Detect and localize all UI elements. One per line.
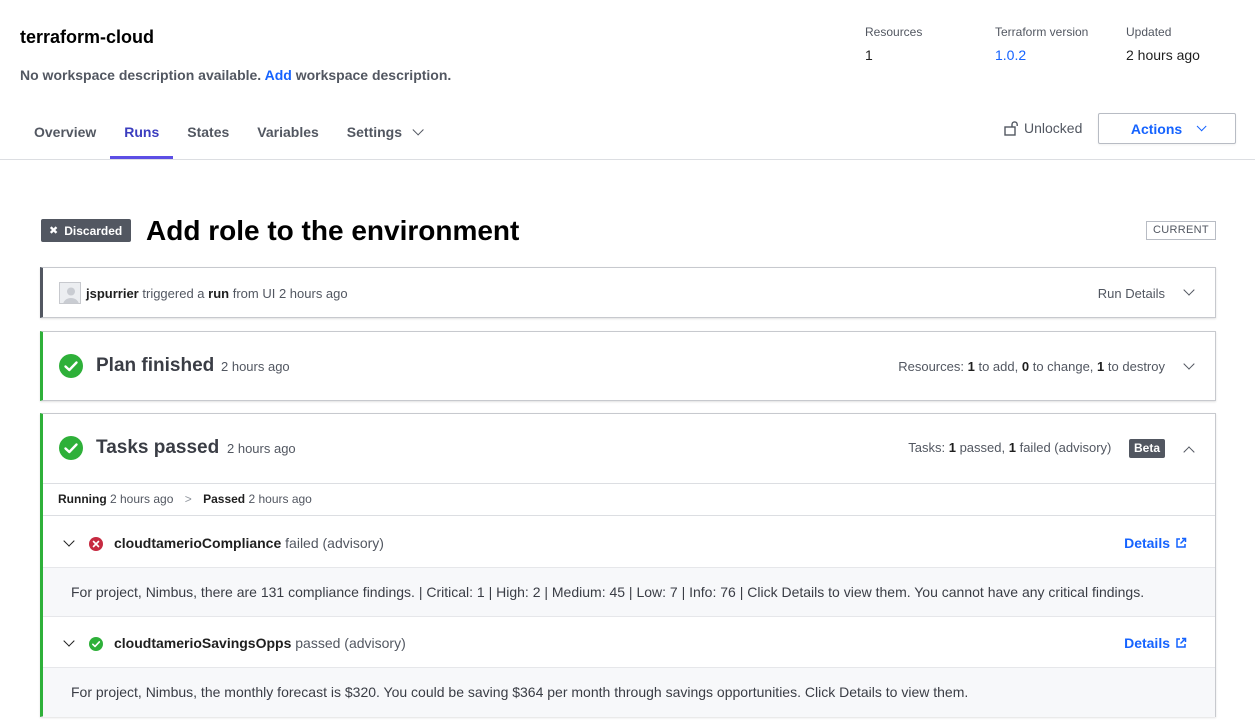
plan-change-text: to change, <box>1032 359 1094 374</box>
tasks-card: Tasks passed 2 hours ago Tasks: 1 passed… <box>40 413 1216 717</box>
task-message: For project, Nimbus, the monthly forecas… <box>43 667 1215 717</box>
plan-destroy-text: to destroy <box>1107 359 1165 374</box>
user-avatar-icon <box>60 283 80 303</box>
trigger-text: jspurrier triggered a run from UI 2 hour… <box>86 286 348 301</box>
tasks-failed-count: 1 <box>1008 439 1016 455</box>
workspace-title: terraform-cloud <box>20 27 155 47</box>
chevron-up-icon[interactable] <box>1183 446 1195 458</box>
plan-card: Plan finished 2 hours ago Resources: 1 t… <box>40 331 1216 401</box>
updated-value: 2 hours ago <box>1126 47 1200 63</box>
meta-updated: Updated 2 hours ago <box>1126 25 1200 63</box>
task-details-link[interactable]: Details <box>1124 535 1187 551</box>
lock-status-label: Unlocked <box>1024 120 1083 136</box>
tab-states[interactable]: States <box>173 105 243 159</box>
tasks-passed-text: passed, <box>959 439 1006 455</box>
status-separator: > <box>184 492 192 506</box>
unlock-icon <box>1004 120 1018 136</box>
run-status-badge: ✖ Discarded <box>41 219 132 242</box>
updated-label: Updated <box>1126 25 1172 39</box>
chevron-down-icon <box>1196 121 1207 132</box>
chevron-down-icon <box>412 124 424 136</box>
tab-overview[interactable]: Overview <box>20 105 110 159</box>
meta-terraform-version: Terraform version 1.0.2 <box>995 25 1088 63</box>
workspace-description-prefix: No workspace description available. <box>20 67 262 83</box>
chevron-down-icon[interactable] <box>1183 284 1195 296</box>
task-name-label: cloudtamerioSavingsOpps <box>114 635 292 651</box>
tasks-passed-count: 1 <box>948 439 956 455</box>
add-description-link[interactable]: Add <box>265 67 292 83</box>
tab-settings-label: Settings <box>346 124 403 140</box>
beta-badge: Beta <box>1128 439 1165 458</box>
task-name: cloudtamerioCompliance failed (advisory) <box>114 535 384 551</box>
plan-change-count: 0 <box>1021 359 1030 374</box>
tab-settings[interactable]: Settings <box>333 105 434 159</box>
terraform-version-label: Terraform version <box>995 25 1089 39</box>
workspace-description: No workspace description available. Add … <box>20 67 451 83</box>
status-passed-time: 2 hours ago <box>248 492 312 506</box>
trigger-text-2: from UI 2 hours ago <box>232 286 348 301</box>
lock-status[interactable]: Unlocked <box>1004 120 1082 136</box>
trigger-run-word: run <box>208 286 230 301</box>
chevron-down-icon[interactable] <box>63 635 75 647</box>
avatar <box>59 282 81 304</box>
workspace-tabs: Overview Runs States Variables Settings <box>20 105 434 159</box>
actions-label: Actions <box>1130 120 1183 137</box>
task-message: For project, Nimbus, there are 131 compl… <box>43 567 1215 617</box>
tabs-divider <box>0 159 1255 160</box>
chevron-down-icon[interactable] <box>63 535 75 547</box>
tab-runs[interactable]: Runs <box>110 105 174 159</box>
plan-time: 2 hours ago <box>221 359 290 374</box>
run-status-label: Discarded <box>64 223 123 238</box>
tasks-heading: Tasks passed <box>96 437 220 458</box>
plan-add-count: 1 <box>967 359 975 374</box>
status-passed: Passed <box>203 492 246 506</box>
close-icon: ✖ <box>49 225 59 237</box>
tasks-time: 2 hours ago <box>227 441 296 456</box>
error-circle-icon <box>89 537 103 551</box>
check-circle-icon <box>59 354 83 378</box>
current-badge: CURRENT <box>1146 221 1216 240</box>
run-details-toggle[interactable]: Run Details <box>1098 286 1165 301</box>
plan-heading: Plan finished <box>96 355 215 376</box>
plan-summary-prefix: Resources: <box>898 359 964 374</box>
details-label: Details <box>1124 635 1170 651</box>
trigger-user[interactable]: jspurrier <box>86 286 139 301</box>
task-name-label: cloudtamerioCompliance <box>114 535 282 551</box>
external-link-icon <box>1176 537 1187 548</box>
plan-summary: Resources: 1 to add, 0 to change, 1 to d… <box>898 359 1165 374</box>
check-circle-icon <box>89 637 103 651</box>
tasks-summary-prefix: Tasks: <box>908 439 946 455</box>
resources-label: Resources <box>865 25 923 39</box>
terraform-version-link[interactable]: 1.0.2 <box>995 47 1088 63</box>
meta-resources: Resources 1 <box>865 25 922 63</box>
external-link-icon <box>1176 637 1187 648</box>
trigger-text-1: triggered a <box>142 286 205 301</box>
actions-dropdown-button[interactable]: Actions <box>1098 113 1236 144</box>
tasks-failed-text: failed (advisory) <box>1019 439 1112 455</box>
resources-value: 1 <box>865 47 873 63</box>
check-circle-icon <box>59 436 83 460</box>
run-trigger-card: jspurrier triggered a run from UI 2 hour… <box>40 267 1216 318</box>
task-result: passed (advisory) <box>295 635 406 651</box>
workspace-description-suffix: workspace description. <box>295 67 452 83</box>
tasks-summary: Tasks: 1 passed, 1 failed (advisory) Bet… <box>908 439 1165 458</box>
task-row: cloudtamerioSavingsOpps passed (advisory… <box>43 617 1215 667</box>
status-running-time: 2 hours ago <box>110 492 174 506</box>
task-details-link[interactable]: Details <box>1124 635 1187 651</box>
task-name: cloudtamerioSavingsOpps passed (advisory… <box>114 635 406 651</box>
tab-variables[interactable]: Variables <box>243 105 333 159</box>
task-result: failed (advisory) <box>285 535 384 551</box>
task-row: cloudtamerioCompliance failed (advisory)… <box>43 517 1215 567</box>
plan-add-text: to add, <box>978 359 1019 374</box>
details-label: Details <box>1124 535 1170 551</box>
status-running: Running <box>58 492 107 506</box>
task-stage-status: Running 2 hours ago > Passed 2 hours ago <box>43 483 1215 516</box>
run-title: Add role to the environment <box>146 215 520 246</box>
plan-destroy-count: 1 <box>1097 359 1105 374</box>
chevron-down-icon[interactable] <box>1183 358 1195 370</box>
